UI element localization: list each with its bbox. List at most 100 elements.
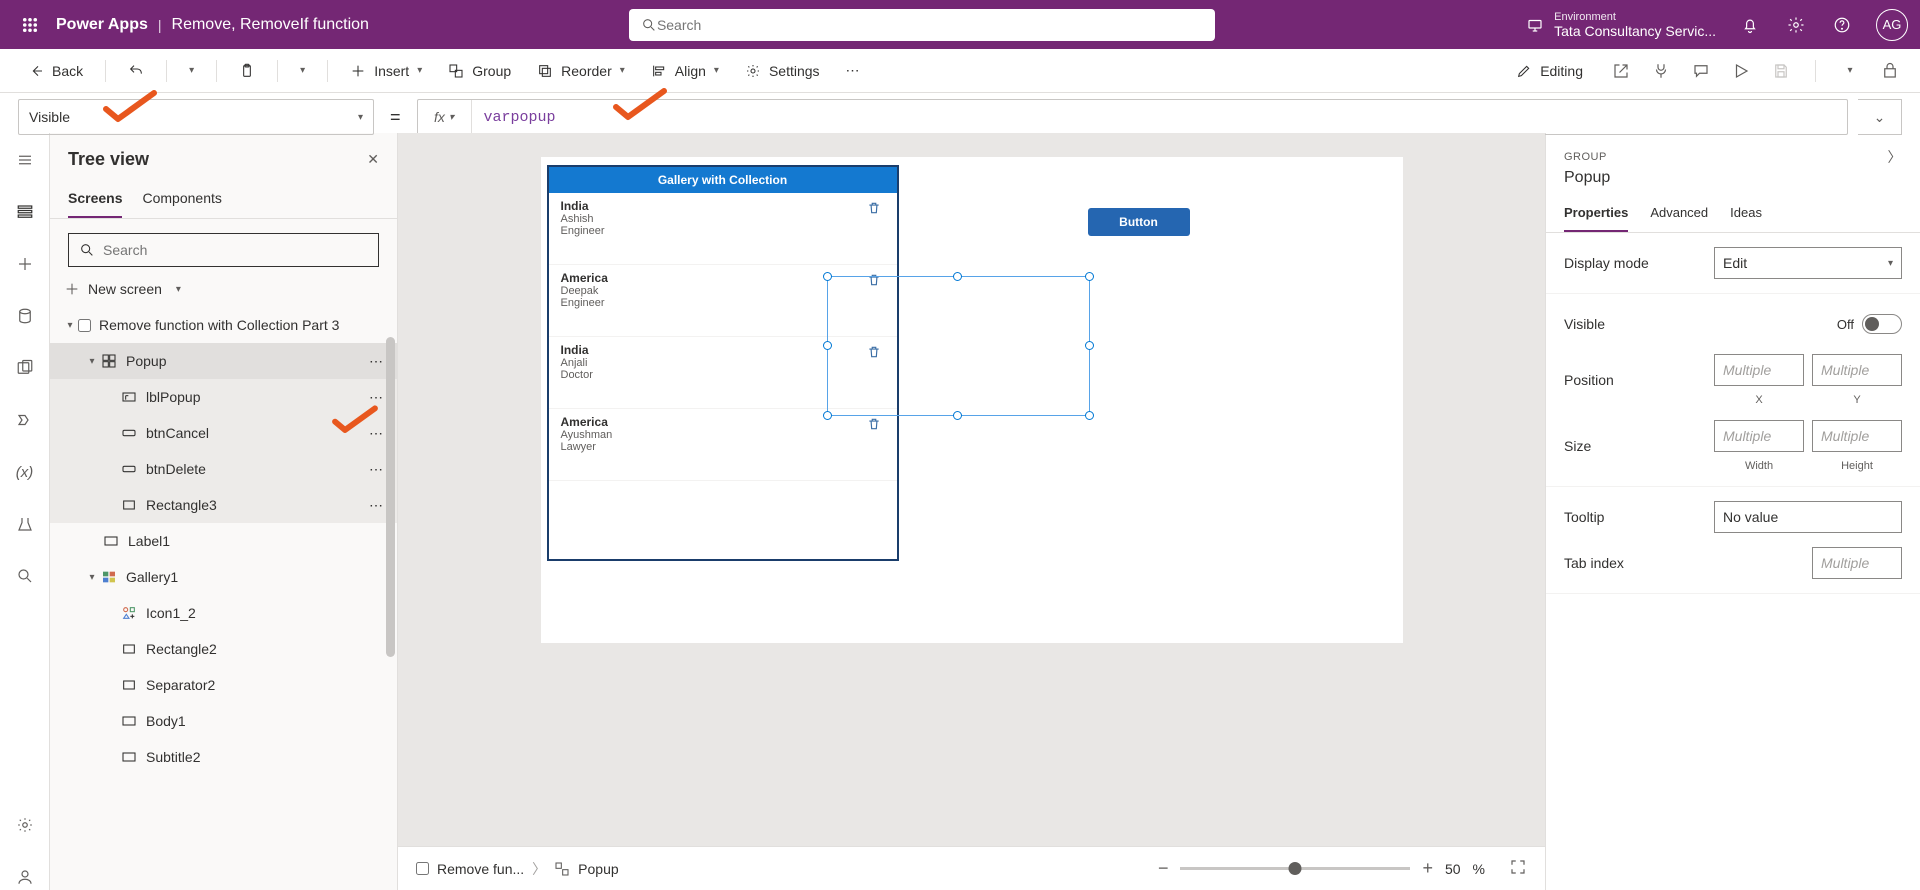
settings-gear-icon[interactable] [1784,13,1808,37]
tree-node-rectangle3[interactable]: Rectangle3 ⋯ [50,487,397,523]
new-screen-button[interactable]: New screen ▾ [50,275,397,307]
paste-button[interactable] [229,57,265,85]
formula-expand[interactable]: ⌄ [1858,99,1902,135]
selection-box[interactable] [827,276,1090,416]
tree-node-subtitle2[interactable]: Subtitle2 [50,739,397,775]
editing-mode-button[interactable]: Editing [1506,57,1593,85]
group-label: Group [472,63,511,79]
save-icon[interactable] [1769,59,1793,83]
group-icon [448,63,464,79]
tree-node-popup[interactable]: ▾ Popup ⋯ [50,343,397,379]
global-search[interactable] [629,9,1215,41]
tab-advanced[interactable]: Advanced [1650,197,1708,232]
breadcrumb[interactable]: Remove fun... 〉 Popup [416,859,619,879]
tree-node-label: Label1 [128,533,170,549]
rail-tree-view-icon[interactable] [12,199,38,225]
user-avatar[interactable]: AG [1876,9,1908,41]
label-control-icon [120,748,138,766]
undo-chevron[interactable]: ▾ [179,59,204,82]
rail-search-icon[interactable] [12,563,38,589]
tree-node-separator2[interactable]: Separator2 [50,667,397,703]
rail-insert-icon[interactable] [12,251,38,277]
canvas-button-element[interactable]: Button [1088,208,1190,236]
formula-input[interactable]: varpopup [472,109,568,126]
rail-hamburger-icon[interactable] [12,147,38,173]
tabindex-input[interactable]: Multiple [1812,547,1902,579]
zoom-slider[interactable] [1180,867,1410,870]
app-checker-icon[interactable] [1649,59,1673,83]
rail-variables-icon[interactable]: (x) [12,459,38,485]
tree-search-input[interactable] [103,242,368,258]
breadcrumb-checkbox[interactable] [416,862,429,875]
tree-node-gallery1[interactable]: ▾ Gallery1 [50,559,397,595]
environment-icon [1526,16,1544,34]
insert-button[interactable]: Insert ▾ [340,57,432,85]
size-width-input[interactable]: Multiple [1714,420,1804,452]
zoom-in[interactable]: + [1422,858,1433,879]
trash-icon[interactable] [867,417,881,434]
trash-icon[interactable] [867,201,881,218]
screen-checkbox[interactable] [78,319,91,332]
comments-icon[interactable] [1689,59,1713,83]
tab-ideas[interactable]: Ideas [1730,197,1762,232]
rail-virtual-agent-icon[interactable] [12,864,38,890]
tree-node-rectangle2[interactable]: Rectangle2 [50,631,397,667]
panel-collapse-icon[interactable]: 〉 [1888,147,1903,167]
tab-screens[interactable]: Screens [68,182,122,218]
tree-node-screen[interactable]: ▾ Remove function with Collection Part 3 [50,307,397,343]
formula-input-wrap[interactable]: fx▾ varpopup [417,99,1848,135]
tab-components[interactable]: Components [142,182,221,218]
gallery-row[interactable]: IndiaAshishEngineer [549,193,897,265]
back-button[interactable]: Back [18,57,93,85]
rail-media-icon[interactable] [12,355,38,381]
tree-node-btndelete[interactable]: btnDelete ⋯ [50,451,397,487]
tree-node-btncancel[interactable]: btnCancel ⋯ [50,415,397,451]
rail-settings-icon[interactable] [12,812,38,838]
paste-chevron[interactable]: ▾ [290,59,315,82]
settings-button[interactable]: Settings [735,57,830,85]
rail-data-icon[interactable] [12,303,38,329]
fx-icon[interactable]: fx▾ [418,100,472,134]
display-mode-select[interactable]: Edit ▾ [1714,247,1902,279]
environment-picker[interactable]: Environment Tata Consultancy Servic... [1526,11,1716,39]
tree-scrollbar[interactable] [386,337,395,657]
čshare-icon[interactable] [1609,59,1633,83]
tree-search[interactable] [68,233,379,267]
visible-toggle[interactable] [1862,314,1902,334]
tree-close-icon[interactable]: ✕ [367,151,379,168]
selection-name: Popup [1546,167,1920,197]
publish-chevron[interactable]: ▾ [1838,59,1862,83]
group-button[interactable]: Group [438,57,521,85]
app-launcher-icon[interactable] [12,7,48,43]
fit-to-window-icon[interactable] [1509,858,1527,879]
size-height-input[interactable]: Multiple [1812,420,1902,452]
gallery-row[interactable]: AmericaAyushmanLawyer [549,409,897,481]
position-y-input[interactable]: Multiple [1812,354,1902,386]
property-selector[interactable]: Visible ▾ [18,99,374,135]
help-icon[interactable] [1830,13,1854,37]
notifications-icon[interactable] [1738,13,1762,37]
overflow-button[interactable]: ⋯ [836,56,870,85]
reorder-button[interactable]: Reorder ▾ [527,57,635,85]
tree-node-label1[interactable]: Label1 [50,523,397,559]
tree-node-lblpopup[interactable]: lblPopup ⋯ [50,379,397,415]
tab-properties[interactable]: Properties [1564,197,1628,232]
canvas-screen[interactable]: Gallery with Collection IndiaAshishEngin… [541,157,1403,643]
position-x-input[interactable]: Multiple [1714,354,1804,386]
global-search-input[interactable] [657,17,1203,33]
environment-value: Tata Consultancy Servic... [1554,23,1716,39]
tree-node-icon12[interactable]: Icon1_2 [50,595,397,631]
preview-play-icon[interactable] [1729,59,1753,83]
properties-panel: GROUP 〉 Popup Properties Advanced Ideas … [1545,133,1920,890]
undo-button[interactable] [118,57,154,85]
tree-view-title: Tree view [68,149,149,170]
tooltip-input[interactable]: No value [1714,501,1902,533]
zoom-out[interactable]: − [1158,858,1169,879]
rail-flows-icon[interactable] [12,407,38,433]
left-rail: (x) [0,133,50,890]
tree-node-body1[interactable]: Body1 [50,703,397,739]
align-button[interactable]: Align ▾ [641,57,729,85]
rail-tools-icon[interactable] [12,511,38,537]
publish-icon[interactable] [1878,59,1902,83]
canvas-area[interactable]: Gallery with Collection IndiaAshishEngin… [398,133,1545,846]
